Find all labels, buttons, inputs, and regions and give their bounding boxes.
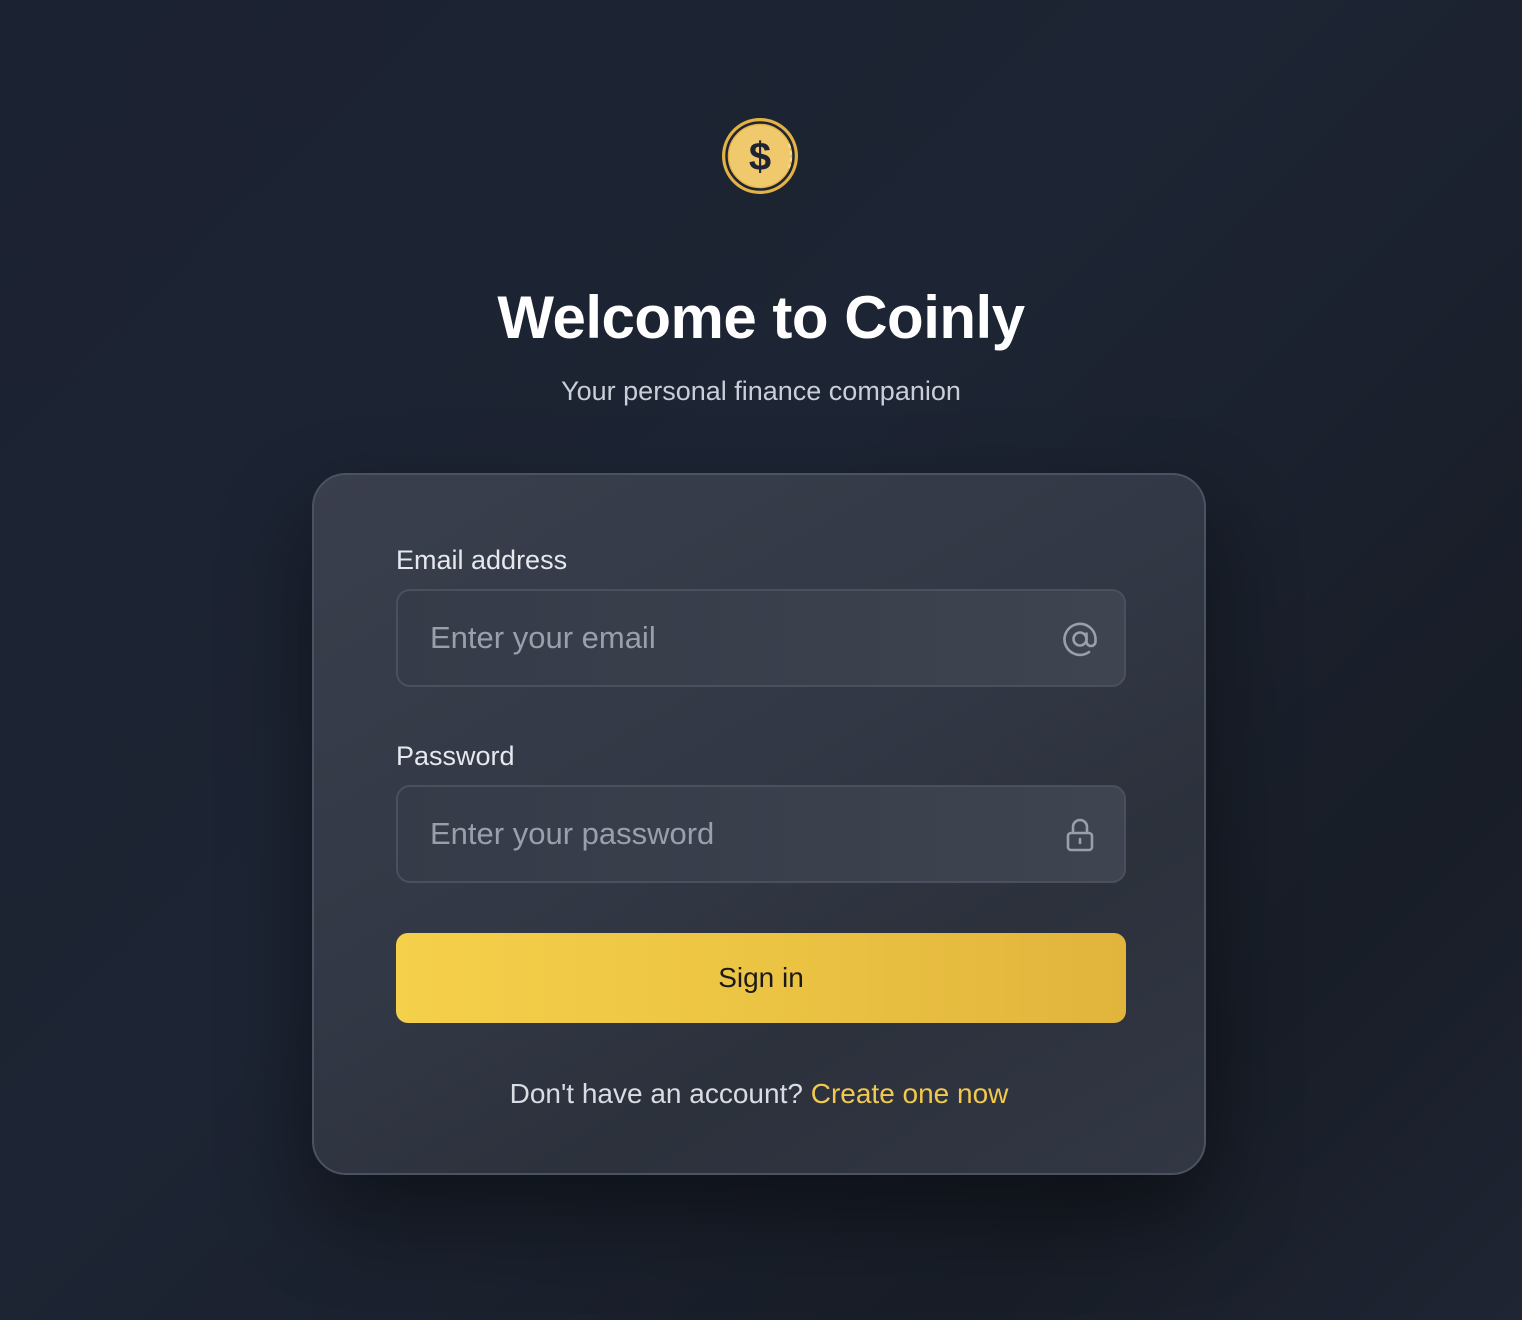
lock-icon [1060, 815, 1100, 855]
sign-in-button[interactable]: Sign in [396, 933, 1126, 1023]
page-title: Welcome to Coinly [497, 284, 1025, 351]
email-label: Email address [396, 545, 568, 575]
coin-logo-icon: $ [720, 116, 800, 196]
password-input[interactable] [398, 787, 1038, 881]
create-account-link[interactable]: Create one now [811, 1078, 1009, 1109]
at-sign-icon [1060, 619, 1100, 659]
email-field-container [396, 589, 1126, 687]
signup-prompt-row: Don't have an account? Create one now [314, 1077, 1204, 1111]
signup-prompt-text: Don't have an account? [509, 1078, 803, 1109]
page-subtitle: Your personal finance companion [561, 376, 961, 406]
email-input[interactable] [398, 591, 1038, 685]
password-field-container [396, 785, 1126, 883]
svg-text:$: $ [749, 135, 771, 179]
login-card: Email address Password Sign in Don't hav… [312, 473, 1206, 1175]
password-label: Password [396, 741, 515, 771]
